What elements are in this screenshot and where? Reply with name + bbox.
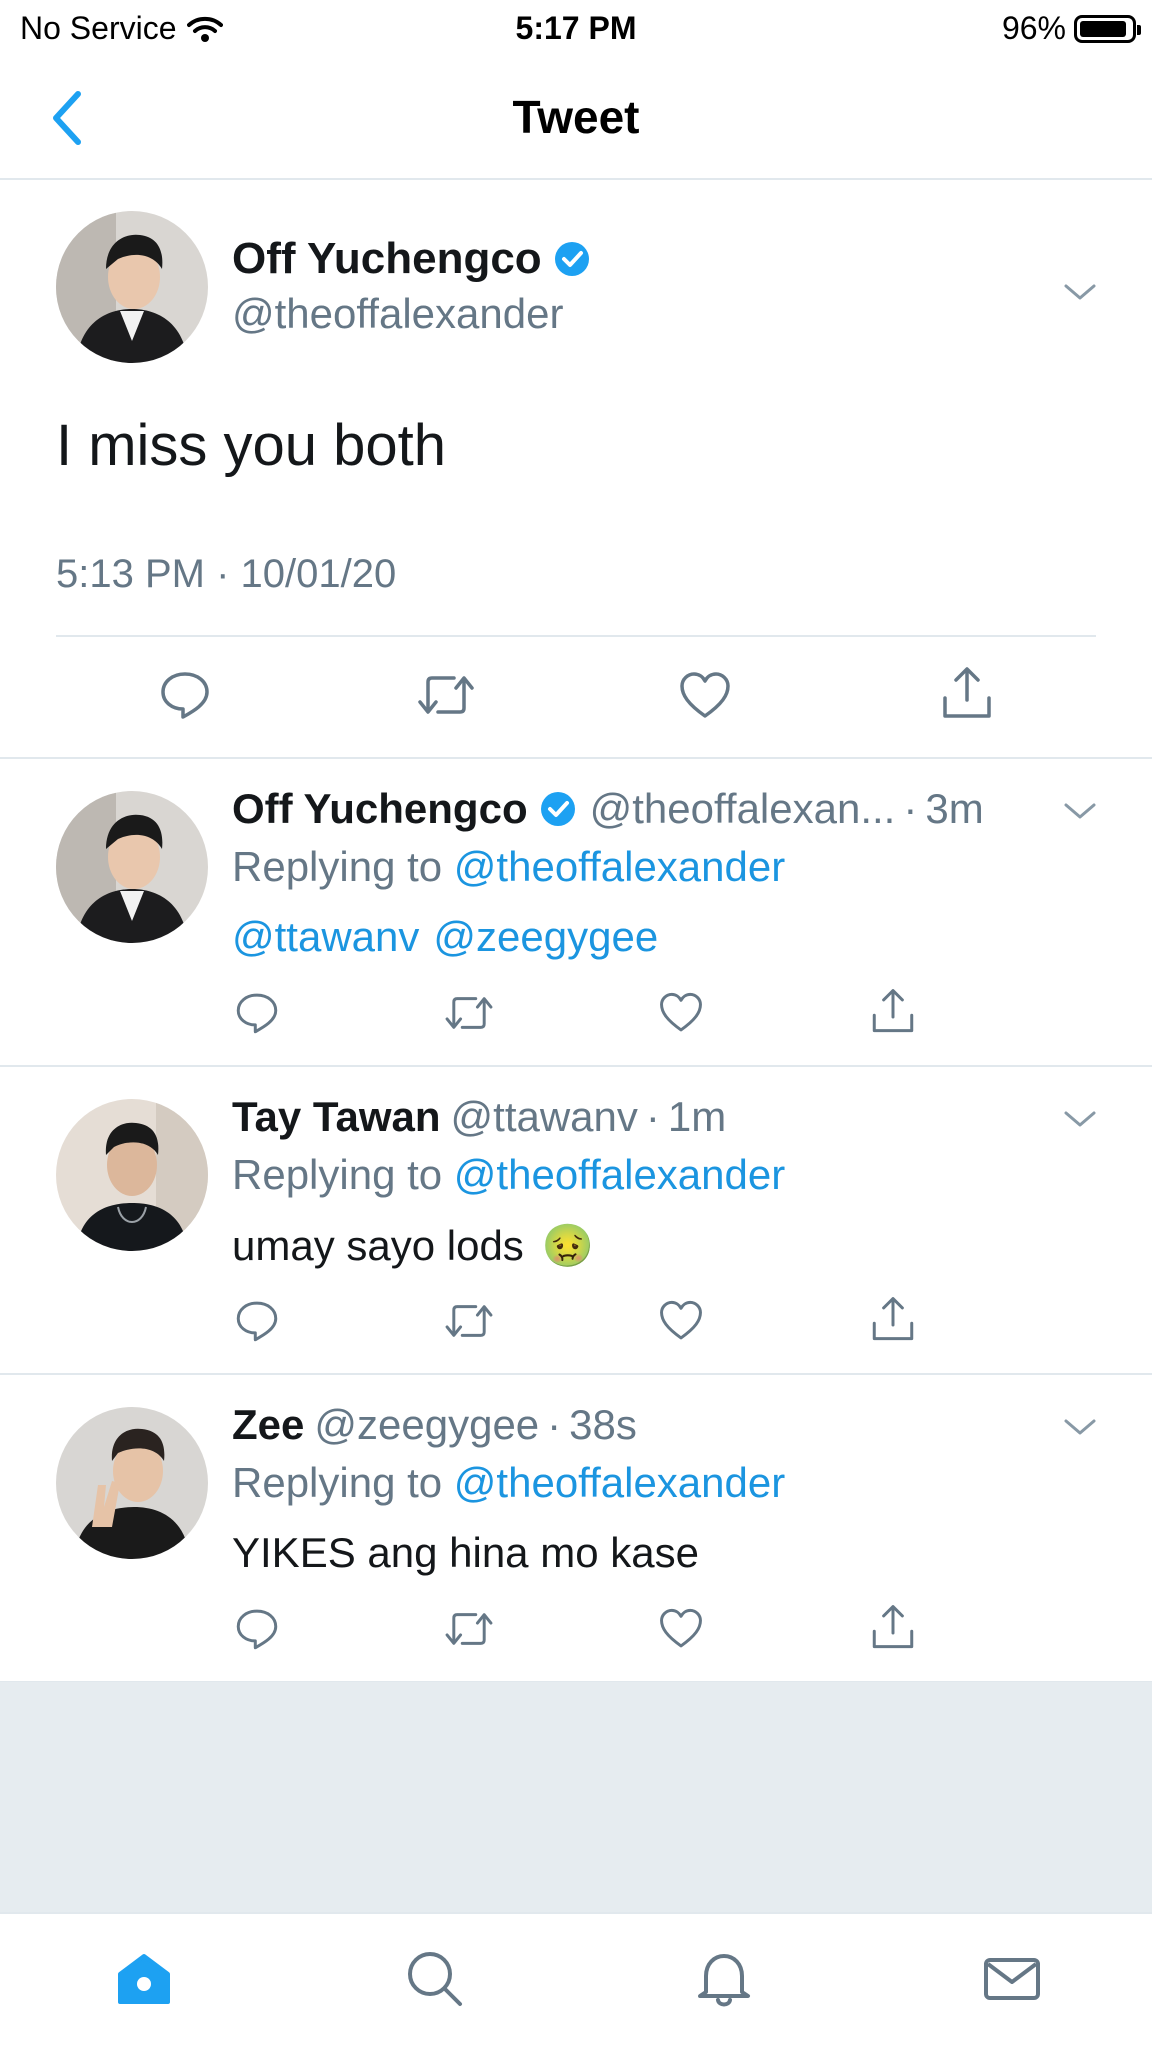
tweet-text: umay sayo lods 🤢 bbox=[232, 1221, 594, 1271]
share-icon[interactable] bbox=[870, 1602, 916, 1652]
reply-icon[interactable] bbox=[234, 990, 280, 1036]
avatar[interactable] bbox=[56, 211, 208, 363]
separator-dot: · bbox=[547, 1401, 562, 1448]
main-tweet: Off Yuchengco @theoffalexander I miss yo… bbox=[0, 180, 1152, 759]
chevron-down-icon[interactable] bbox=[1062, 280, 1098, 304]
reply-tweet[interactable]: Zee @zeegygee · 38s Replying to @theoffa… bbox=[0, 1375, 1152, 1683]
clock: 5:17 PM bbox=[515, 10, 637, 46]
tweet-age: 38s bbox=[569, 1401, 637, 1448]
tweet-timestamp: 5:13 PM · 10/01/20 bbox=[56, 552, 397, 596]
replying-to: Replying to @theoffalexander bbox=[232, 1459, 785, 1507]
author-handle[interactable]: @zeegygee bbox=[314, 1401, 539, 1449]
reply-header: Off Yuchengco @theoffalexan... · 3m bbox=[232, 785, 984, 833]
author-name[interactable]: Tay Tawan bbox=[232, 1093, 441, 1141]
replying-to-link[interactable]: @theoffalexander bbox=[454, 1459, 785, 1506]
home-icon[interactable] bbox=[112, 1946, 176, 2010]
avatar[interactable] bbox=[56, 791, 208, 943]
messages-envelope-icon[interactable] bbox=[980, 1946, 1044, 2010]
battery-status: 96% bbox=[1001, 10, 1141, 47]
tweet-text-content: umay sayo lods bbox=[232, 1222, 524, 1269]
retweet-icon[interactable] bbox=[414, 668, 478, 722]
author-name-text: Off Yuchengco bbox=[232, 234, 542, 283]
divider bbox=[56, 635, 1096, 637]
avatar[interactable] bbox=[56, 1407, 208, 1559]
reply-tweet[interactable]: Tay Tawan @ttawanv · 1m Replying to @the… bbox=[0, 1067, 1152, 1375]
reply-header: Zee @zeegygee · 38s bbox=[232, 1401, 637, 1449]
author-name[interactable]: Off Yuchengco bbox=[232, 234, 592, 284]
author-name[interactable]: Off Yuchengco bbox=[232, 785, 528, 833]
tweet-text: @ttawanv @zeegygee bbox=[232, 913, 658, 961]
separator-dot: · bbox=[903, 785, 918, 832]
chevron-down-icon[interactable] bbox=[1062, 799, 1098, 823]
replying-to-label: Replying to bbox=[232, 1459, 443, 1506]
verified-badge-icon bbox=[540, 792, 575, 826]
tweet-age: 1m bbox=[667, 1093, 727, 1140]
reply-icon[interactable] bbox=[234, 1606, 280, 1652]
battery-percent: 96% bbox=[1001, 10, 1066, 46]
retweet-icon[interactable] bbox=[442, 1606, 496, 1652]
reply-header: Tay Tawan @ttawanv · 1m bbox=[232, 1093, 726, 1141]
author-handle[interactable]: @theoffalexander bbox=[232, 290, 563, 338]
author-handle[interactable]: @theoffalexan... bbox=[590, 785, 896, 833]
notifications-bell-icon[interactable] bbox=[692, 1946, 756, 2010]
like-heart-icon[interactable] bbox=[678, 670, 732, 722]
replying-to: Replying to @theoffalexander bbox=[232, 843, 785, 891]
status-bar: No Service 5:17 PM 96% bbox=[0, 0, 1152, 60]
replying-to-label: Replying to bbox=[232, 1151, 443, 1198]
chevron-down-icon[interactable] bbox=[1062, 1107, 1098, 1131]
like-heart-icon[interactable] bbox=[658, 1607, 704, 1651]
avatar[interactable] bbox=[56, 1099, 208, 1251]
empty-area bbox=[0, 1682, 1152, 1912]
reply-icon[interactable] bbox=[234, 1298, 280, 1344]
author-name[interactable]: Zee bbox=[232, 1401, 304, 1449]
like-heart-icon[interactable] bbox=[658, 991, 704, 1035]
mention-link[interactable]: @ttawanv bbox=[232, 913, 419, 961]
reply-icon[interactable] bbox=[158, 668, 212, 722]
like-heart-icon[interactable] bbox=[658, 1299, 704, 1343]
replying-to: Replying to @theoffalexander bbox=[232, 1151, 785, 1199]
chevron-down-icon[interactable] bbox=[1062, 1415, 1098, 1439]
tweet-text-content: YIKES ang hina mo kase bbox=[232, 1529, 699, 1576]
author-handle[interactable]: @ttawanv bbox=[451, 1093, 638, 1141]
share-icon[interactable] bbox=[870, 1294, 916, 1344]
nav-bar: Tweet bbox=[0, 60, 1152, 180]
tweet-age: 3m bbox=[925, 785, 984, 832]
retweet-icon[interactable] bbox=[442, 1298, 496, 1344]
nauseated-face-icon: 🤢 bbox=[541, 1221, 595, 1270]
tweet-text: YIKES ang hina mo kase bbox=[232, 1529, 699, 1577]
mention-link[interactable]: @zeegygee bbox=[433, 913, 658, 961]
verified-badge-icon bbox=[554, 242, 589, 276]
page-title: Tweet bbox=[512, 91, 640, 143]
replying-to-label: Replying to bbox=[232, 843, 443, 890]
share-icon[interactable] bbox=[870, 986, 916, 1036]
retweet-icon[interactable] bbox=[442, 990, 496, 1036]
reply-tweet[interactable]: Off Yuchengco @theoffalexan... · 3m Repl… bbox=[0, 759, 1152, 1067]
search-icon[interactable] bbox=[402, 1946, 466, 2010]
separator-dot: · bbox=[645, 1093, 660, 1140]
share-icon[interactable] bbox=[940, 664, 994, 722]
battery-icon bbox=[1074, 14, 1141, 43]
replying-to-link[interactable]: @theoffalexander bbox=[454, 1151, 785, 1198]
tab-bar bbox=[0, 1912, 1152, 2050]
tweet-text: I miss you both bbox=[56, 413, 447, 478]
replying-to-link[interactable]: @theoffalexander bbox=[454, 843, 785, 890]
